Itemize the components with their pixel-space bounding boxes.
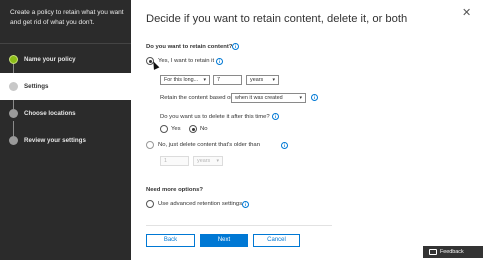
more-options-heading: Need more options? (146, 187, 203, 193)
delete-no-label: No (200, 126, 208, 132)
older-unit-select[interactable]: years ▾ (193, 156, 223, 166)
feedback-icon (429, 249, 437, 255)
duration-number-value: 7 (217, 77, 220, 83)
footer-divider (146, 225, 332, 226)
delete-yes-label: Yes (171, 126, 181, 132)
older-number-input[interactable]: 1 (160, 156, 189, 166)
info-icon[interactable]: i (272, 113, 279, 120)
page-title: Decide if you want to retain content, de… (146, 13, 408, 25)
cancel-button[interactable]: Cancel (253, 234, 300, 247)
chevron-down-icon: ▾ (299, 95, 302, 101)
back-button[interactable]: Back (146, 234, 195, 247)
divider (0, 43, 131, 44)
wizard-step-label: Settings (24, 83, 49, 90)
delete-after-question: Do you want us to delete it after this t… (160, 114, 270, 120)
wizard-step-label: Review your settings (24, 137, 86, 144)
info-icon[interactable]: i (216, 58, 223, 65)
advanced-settings-radio[interactable] (146, 200, 154, 208)
info-icon[interactable]: i (242, 201, 249, 208)
chevron-down-icon: ▾ (272, 77, 275, 83)
info-icon[interactable]: i (281, 142, 288, 149)
chevron-down-icon: ▾ (203, 77, 206, 83)
info-icon[interactable]: i (311, 94, 318, 101)
duration-unit-select[interactable]: years ▾ (246, 75, 279, 85)
wizard-sidebar: Create a policy to retain what you want … (0, 0, 131, 260)
based-on-label: Retain the content based on (160, 95, 234, 101)
wizard-step-settings[interactable]: Settings (0, 73, 131, 100)
wizard-step-name-your-policy[interactable]: Name your policy (0, 46, 131, 73)
feedback-button[interactable]: Feedback (423, 246, 483, 258)
based-on-value: when it was created (235, 95, 283, 101)
info-icon[interactable]: i (232, 43, 239, 50)
based-on-select[interactable]: when it was created ▾ (231, 93, 306, 103)
feedback-label: Feedback (440, 249, 464, 255)
retain-question: Do you want to retain content? (146, 44, 233, 50)
duration-select[interactable]: For this long... ▾ (160, 75, 210, 85)
step-current-icon (9, 82, 18, 91)
duration-number-input[interactable]: 7 (213, 75, 242, 85)
older-number-value: 1 (164, 158, 167, 164)
advanced-settings-label: Use advanced retention settings (158, 201, 243, 207)
step-pending-icon (9, 136, 18, 145)
older-unit-value: years (197, 158, 211, 164)
next-button[interactable]: Next (200, 234, 248, 247)
wizard-intro: Create a policy to retain what you want … (10, 9, 124, 26)
step-pending-icon (9, 109, 18, 118)
wizard-step-choose-locations[interactable]: Choose locations (0, 100, 131, 127)
wizard-step-label: Name your policy (24, 56, 76, 63)
delete-yes-radio[interactable] (160, 125, 168, 133)
delete-no-radio[interactable] (189, 125, 197, 133)
close-icon[interactable]: ✕ (462, 7, 471, 19)
wizard-step-label: Choose locations (24, 110, 76, 117)
duration-unit-value: years (250, 77, 264, 83)
wizard-step-review-settings[interactable]: Review your settings (0, 127, 131, 154)
step-complete-icon (9, 55, 18, 64)
retain-no-label: No, just delete content that's older tha… (158, 142, 260, 148)
retain-yes-label: Yes, I want to retain it (158, 58, 215, 64)
chevron-down-icon: ▾ (216, 158, 219, 164)
duration-select-value: For this long... (164, 77, 199, 83)
retain-no-radio[interactable] (146, 141, 154, 149)
